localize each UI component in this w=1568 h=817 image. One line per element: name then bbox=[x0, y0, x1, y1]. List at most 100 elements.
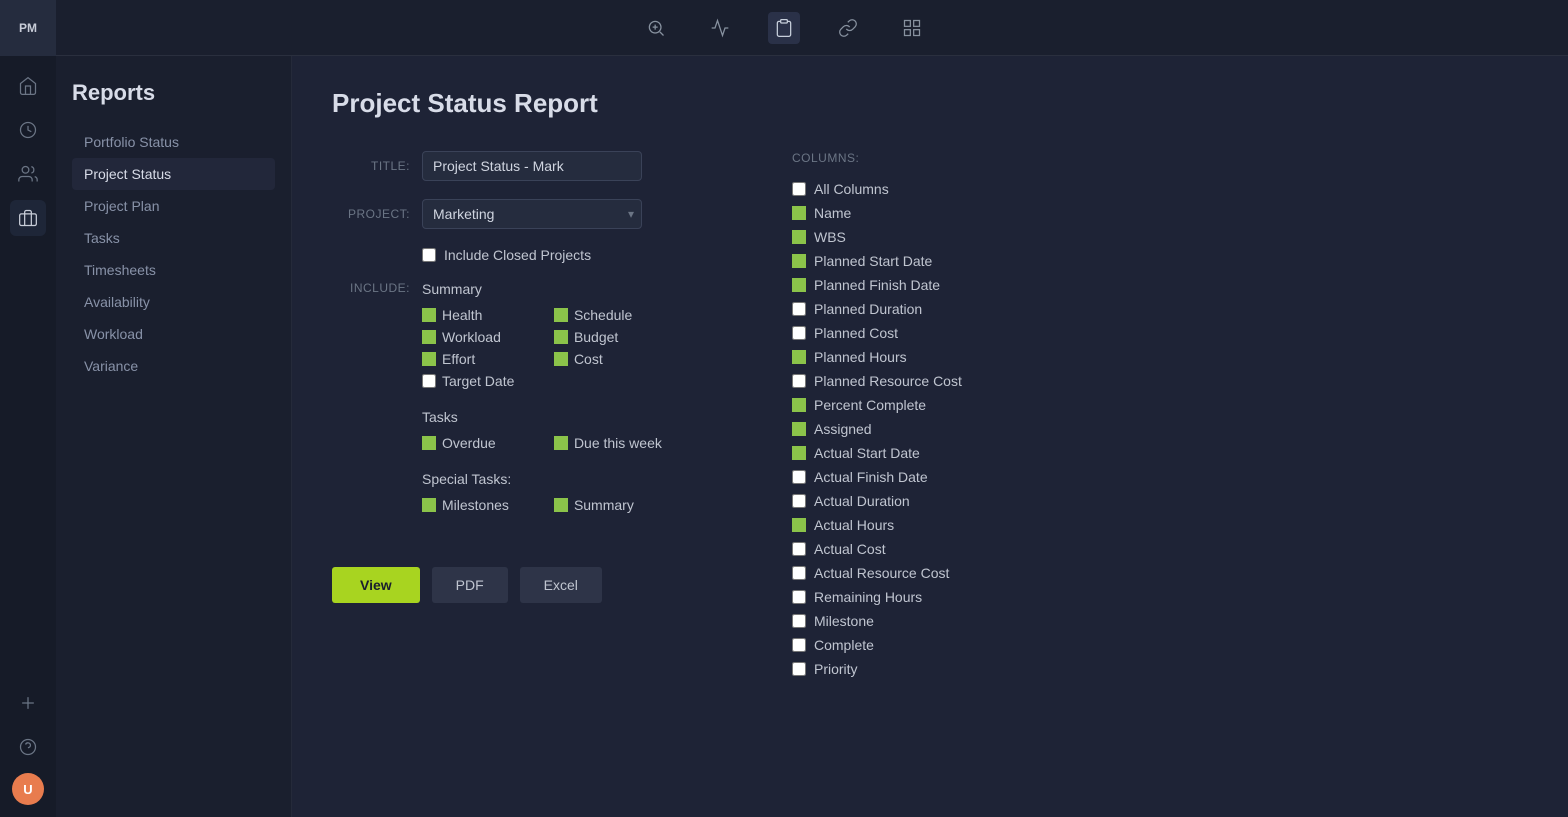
column-name: Name bbox=[792, 201, 1104, 225]
layout-icon[interactable] bbox=[896, 12, 928, 44]
milestones-checkbox[interactable] bbox=[422, 498, 436, 512]
planned-hours-checkbox[interactable] bbox=[792, 350, 806, 364]
name-label: Name bbox=[814, 205, 851, 221]
help-icon[interactable] bbox=[10, 729, 46, 765]
actual-finish-date-checkbox[interactable] bbox=[792, 470, 806, 484]
logo-button[interactable]: PM bbox=[0, 0, 56, 56]
all-columns-label: All Columns bbox=[814, 181, 889, 197]
chart-icon[interactable] bbox=[704, 12, 736, 44]
actual-finish-date-label: Actual Finish Date bbox=[814, 469, 928, 485]
title-label: TITLE: bbox=[332, 151, 422, 173]
include-closed-row: Include Closed Projects bbox=[422, 247, 712, 263]
sidebar-item-availability[interactable]: Availability bbox=[72, 286, 275, 318]
planned-finish-date-checkbox[interactable] bbox=[792, 278, 806, 292]
clipboard-icon[interactable] bbox=[768, 12, 800, 44]
column-remaining-hours: Remaining Hours bbox=[792, 585, 1104, 609]
title-input[interactable] bbox=[422, 151, 642, 181]
include-summary: Summary bbox=[554, 497, 662, 513]
assigned-checkbox[interactable] bbox=[792, 422, 806, 436]
all-columns-checkbox[interactable] bbox=[792, 182, 806, 196]
budget-checkbox[interactable] bbox=[554, 330, 568, 344]
remaining-hours-checkbox[interactable] bbox=[792, 590, 806, 604]
planned-start-date-checkbox[interactable] bbox=[792, 254, 806, 268]
column-wbs: WBS bbox=[792, 225, 1104, 249]
sidebar-item-timesheets[interactable]: Timesheets bbox=[72, 254, 275, 286]
project-select[interactable]: Marketing Development Design Sales bbox=[422, 199, 642, 229]
planned-finish-date-label: Planned Finish Date bbox=[814, 277, 940, 293]
actual-cost-label: Actual Cost bbox=[814, 541, 886, 557]
briefcase-icon[interactable] bbox=[10, 200, 46, 236]
columns-scroll: All Columns Name WBS Planned Start Date bbox=[792, 177, 1112, 681]
effort-checkbox[interactable] bbox=[422, 352, 436, 366]
name-checkbox[interactable] bbox=[792, 206, 806, 220]
include-cost: Cost bbox=[554, 351, 662, 367]
avatar[interactable]: U bbox=[12, 773, 44, 805]
complete-checkbox[interactable] bbox=[792, 638, 806, 652]
search-zoom-icon[interactable] bbox=[640, 12, 672, 44]
summary-checkbox[interactable] bbox=[554, 498, 568, 512]
sidebar-item-tasks[interactable]: Tasks bbox=[72, 222, 275, 254]
actual-resource-cost-checkbox[interactable] bbox=[792, 566, 806, 580]
milestones-label: Milestones bbox=[442, 497, 509, 513]
planned-resource-cost-checkbox[interactable] bbox=[792, 374, 806, 388]
columns-label: COLUMNS: bbox=[792, 151, 1112, 165]
column-percent-complete: Percent Complete bbox=[792, 393, 1104, 417]
actual-hours-checkbox[interactable] bbox=[792, 518, 806, 532]
clock-icon[interactable] bbox=[10, 112, 46, 148]
view-button[interactable]: View bbox=[332, 567, 420, 603]
sidebar-item-workload[interactable]: Workload bbox=[72, 318, 275, 350]
milestone-label: Milestone bbox=[814, 613, 874, 629]
milestone-checkbox[interactable] bbox=[792, 614, 806, 628]
percent-complete-label: Percent Complete bbox=[814, 397, 926, 413]
health-checkbox[interactable] bbox=[422, 308, 436, 322]
special-grid: Milestones Summary bbox=[422, 497, 662, 513]
budget-label: Budget bbox=[574, 329, 618, 345]
sidebar-item-variance[interactable]: Variance bbox=[72, 350, 275, 382]
workload-checkbox[interactable] bbox=[422, 330, 436, 344]
column-planned-duration: Planned Duration bbox=[792, 297, 1104, 321]
planned-resource-cost-label: Planned Resource Cost bbox=[814, 373, 962, 389]
priority-checkbox[interactable] bbox=[792, 662, 806, 676]
planned-duration-checkbox[interactable] bbox=[792, 302, 806, 316]
sidebar-item-project-plan[interactable]: Project Plan bbox=[72, 190, 275, 222]
wbs-checkbox[interactable] bbox=[792, 230, 806, 244]
target-date-checkbox[interactable] bbox=[422, 374, 436, 388]
percent-complete-checkbox[interactable] bbox=[792, 398, 806, 412]
home-icon[interactable] bbox=[10, 68, 46, 104]
sidebar-item-portfolio-status[interactable]: Portfolio Status bbox=[72, 126, 275, 158]
include-workload: Workload bbox=[422, 329, 530, 345]
overdue-checkbox[interactable] bbox=[422, 436, 436, 450]
overdue-label: Overdue bbox=[442, 435, 496, 451]
due-this-week-checkbox[interactable] bbox=[554, 436, 568, 450]
excel-button[interactable]: Excel bbox=[520, 567, 602, 603]
project-select-wrapper: Marketing Development Design Sales ▾ bbox=[422, 199, 642, 229]
column-actual-hours: Actual Hours bbox=[792, 513, 1104, 537]
pdf-button[interactable]: PDF bbox=[432, 567, 508, 603]
planned-duration-label: Planned Duration bbox=[814, 301, 922, 317]
users-icon[interactable] bbox=[10, 156, 46, 192]
link-icon[interactable] bbox=[832, 12, 864, 44]
summary-grid: Health Schedule Workload Budget bbox=[422, 307, 662, 389]
plus-icon[interactable] bbox=[10, 685, 46, 721]
actual-duration-checkbox[interactable] bbox=[792, 494, 806, 508]
sidebar-item-project-status[interactable]: Project Status bbox=[72, 158, 275, 190]
wbs-label: WBS bbox=[814, 229, 846, 245]
actual-start-date-checkbox[interactable] bbox=[792, 446, 806, 460]
include-content: Summary Health Schedule Workload bbox=[422, 281, 662, 527]
include-effort: Effort bbox=[422, 351, 530, 367]
cost-checkbox[interactable] bbox=[554, 352, 568, 366]
planned-cost-checkbox[interactable] bbox=[792, 326, 806, 340]
planned-cost-label: Planned Cost bbox=[814, 325, 898, 341]
main-content: Project Status Report TITLE: PROJECT: Ma… bbox=[292, 56, 1568, 817]
include-closed-checkbox[interactable] bbox=[422, 248, 436, 262]
form-section: TITLE: PROJECT: Marketing Development De… bbox=[332, 151, 1528, 681]
actual-cost-checkbox[interactable] bbox=[792, 542, 806, 556]
include-budget: Budget bbox=[554, 329, 662, 345]
schedule-checkbox[interactable] bbox=[554, 308, 568, 322]
include-closed-label: Include Closed Projects bbox=[444, 247, 591, 263]
remaining-hours-label: Remaining Hours bbox=[814, 589, 922, 605]
columns-panel: COLUMNS: All Columns Name WBS bbox=[792, 151, 1112, 681]
form-left: TITLE: PROJECT: Marketing Development De… bbox=[332, 151, 712, 681]
column-planned-hours: Planned Hours bbox=[792, 345, 1104, 369]
page-title: Project Status Report bbox=[332, 88, 1528, 119]
